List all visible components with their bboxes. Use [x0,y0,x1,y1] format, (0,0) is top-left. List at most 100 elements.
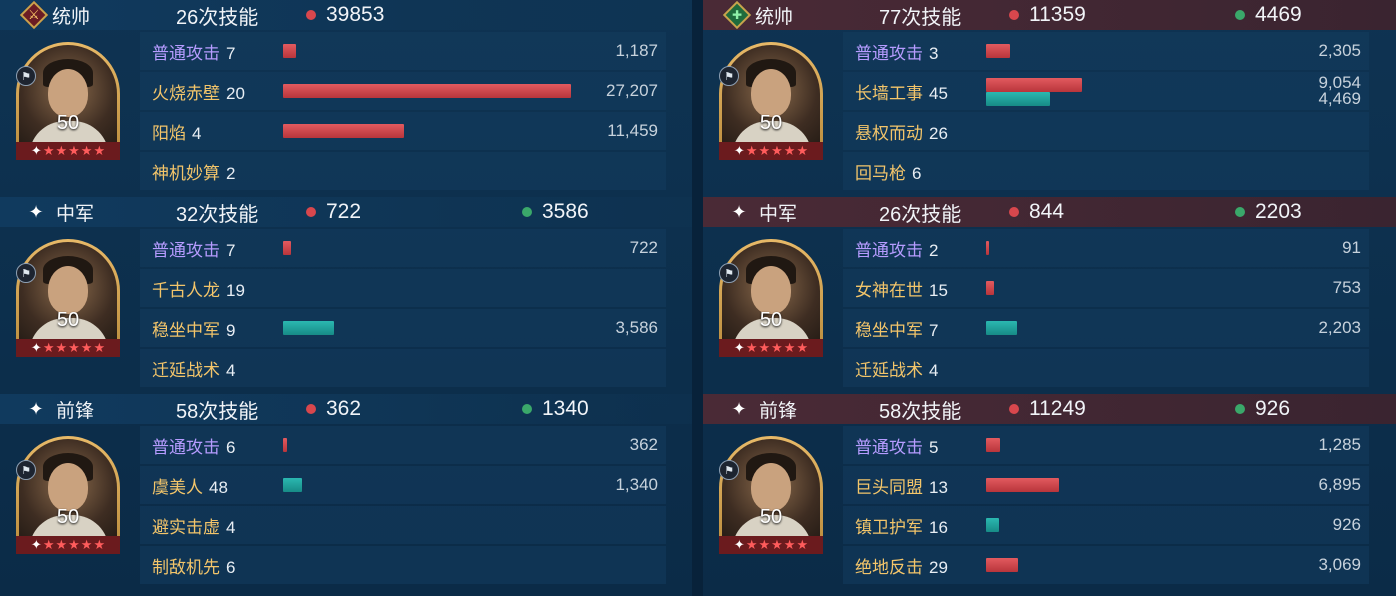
damage-value: 722 [629,238,658,257]
skill-row: 巨头同盟 13 6,895 [843,466,1369,504]
hero-portrait[interactable]: 50 ✦ ★ ★ ★ ★ ★ [16,239,120,357]
skill-name: 普通攻击 7 [152,236,235,261]
heart-icon: ✚ [722,0,752,30]
heal-value: 3,586 [615,318,658,337]
damage-dot-icon [1009,10,1019,20]
star-rating: ✦ ★ ★ ★ ★ ★ [16,536,120,554]
hero-portrait[interactable]: 50 ✦ ★ ★ ★ ★ ★ [719,239,823,357]
skill-trigger-count: 45 [929,83,948,103]
right-section-2: ✦ 前锋 58次技能 11249 926 50 ✦ ★ ★ ★ ★ ★ ⚑ 普通攻击 5 1,285 巨头同盟 1… [703,394,1396,591]
star-icon: ★ [745,143,758,158]
skill-name: 阳焰 4 [152,119,201,144]
hero-portrait[interactable]: 50 ✦ ★ ★ ★ ★ ★ [16,436,120,554]
damage-bar [283,438,287,452]
skill-row: 回马枪 6 [843,152,1369,190]
skill-row: 女神在世 15 753 [843,269,1369,307]
section-header: ⚔ 统帅 26次技能 39853 [0,0,692,30]
hero-portrait[interactable]: 50 ✦ ★ ★ ★ ★ ★ [16,42,120,160]
skill-name-text: 千古人龙 [152,280,220,300]
skill-name: 普通攻击 7 [152,39,235,64]
total-damage-value: 362 [326,397,362,420]
section-header: ✦ 前锋 58次技能 11249 926 [703,394,1396,424]
troop-type-icon: ⚑ [16,66,36,86]
skill-row: 稳坐中军 9 3,586 [140,309,666,347]
hero-portrait[interactable]: 50 ✦ ★ ★ ★ ★ ★ [719,42,823,160]
skill-name-text: 镇卫护军 [855,517,923,537]
hero-level: 50 [56,309,80,331]
skill-name-text: 普通攻击 [152,437,220,457]
total-damage-value: 844 [1029,200,1065,223]
skill-trigger-count: 20 [226,83,245,103]
damage-value: 27,207 [606,81,658,100]
sparkle-icon: ✦ [28,398,44,419]
skill-trigger-count: 6 [226,557,236,577]
star-icon: ★ [68,143,80,158]
star-icon: ★ [758,143,771,158]
left-section-0: ⚔ 统帅 26次技能 39853 50 ✦ ★ ★ ★ ★ ★ ⚑ 普通攻击 7 1,187 火烧赤壁 20 27… [0,0,692,197]
skill-name-text: 女神在世 [855,280,923,300]
star-icon: ★ [758,537,771,552]
hero-level: 50 [56,506,80,528]
role-label: ✚ 统帅 [722,0,794,30]
damage-value: 753 [1332,278,1361,297]
damage-bar [986,478,1059,492]
panel-divider [692,0,703,596]
skill-row: 普通攻击 6 362 [140,426,666,464]
total-heal: 926 [1235,397,1290,421]
skill-row: 绝地反击 29 3,069 [843,546,1369,584]
star-icon: ★ [771,537,783,552]
star-icon: ★ [68,340,80,355]
damage-dot-icon [1009,404,1019,414]
star-rating: ✦ ★ ★ ★ ★ ★ [719,339,823,357]
left-section-1: ✦ 中军 32次技能 722 3586 50 ✦ ★ ★ ★ ★ ★ ⚑ 普通攻击 7 722 千古人龙 19 稳坐… [0,197,692,394]
awaken-icon: ✦ [30,340,42,355]
skill-list: 普通攻击 3 2,305 长墙工事 45 9,054 4,469 悬权而动 26 回马枪 6 [843,32,1369,192]
hero-portrait[interactable]: 50 ✦ ★ ★ ★ ★ ★ [719,436,823,554]
role-name: 统帅 [755,6,794,28]
skill-name-text: 巨头同盟 [855,477,923,497]
skill-name-text: 长墙工事 [855,83,923,103]
hero-face [48,266,88,314]
awaken-icon: ✦ [30,143,42,158]
total-heal: 4469 [1235,3,1302,27]
heal-dot-icon [1235,207,1245,217]
skill-name: 女神在世 15 [855,276,948,301]
star-icon: ★ [55,340,68,355]
skill-trigger-count: 16 [929,517,948,537]
skill-trigger-count: 4 [226,360,236,380]
skill-name: 虞美人 48 [152,473,228,498]
skill-list: 普通攻击 5 1,285 巨头同盟 13 6,895 镇卫护军 16 926 绝地反击 29 3,06… [843,426,1369,586]
skill-row: 普通攻击 2 91 [843,229,1369,267]
damage-bar [283,84,571,98]
sparkle-icon: ✦ [731,398,747,419]
star-rating: ✦ ★ ★ ★ ★ ★ [16,142,120,160]
heal-value: 926 [1332,515,1361,534]
skill-name-text: 火烧赤壁 [152,83,220,103]
skill-name: 千古人龙 19 [152,276,245,301]
total-damage-value: 11359 [1029,3,1086,26]
skill-row: 普通攻击 7 722 [140,229,666,267]
star-icon: ★ [771,143,783,158]
hero-avatar [19,242,117,354]
skill-name-text: 阳焰 [152,123,186,143]
hero-level: 50 [759,112,783,134]
skill-name-text: 普通攻击 [152,240,220,260]
skill-cast-count: 58次技能 [879,400,962,423]
damage-value: 362 [629,435,658,454]
skill-name-text: 稳坐中军 [152,320,220,340]
skill-row: 迁延战术 4 [140,349,666,387]
role-name: 前锋 [56,400,95,422]
skill-name-text: 悬权而动 [855,123,923,143]
troop-type-icon: ⚑ [16,460,36,480]
skill-trigger-count: 7 [226,43,236,63]
damage-bar [986,281,994,295]
damage-value: 3,069 [1318,555,1361,574]
star-icon: ★ [758,340,771,355]
skill-trigger-count: 48 [209,477,228,497]
skill-name: 避实击虚 4 [152,513,235,538]
star-icon: ★ [80,537,93,552]
damage-dot-icon [306,10,316,20]
star-icon: ★ [745,537,758,552]
skill-row: 千古人龙 19 [140,269,666,307]
total-damage: 362 [306,397,361,421]
